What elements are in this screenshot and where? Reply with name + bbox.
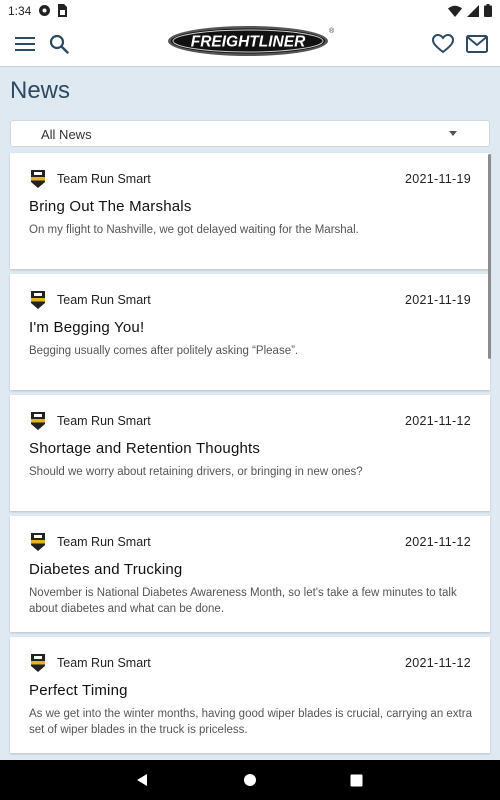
- page-title: News: [10, 77, 71, 104]
- battery-icon: [484, 4, 492, 17]
- caret-down-icon: [449, 131, 457, 136]
- news-date: 2021-11-19: [404, 293, 471, 307]
- favorites-button[interactable]: [430, 31, 456, 57]
- back-button[interactable]: [132, 770, 152, 790]
- home-button[interactable]: [240, 770, 260, 790]
- run-smart-logo-icon: [31, 533, 45, 551]
- heart-icon: [432, 34, 454, 54]
- news-date: 2021-11-19: [404, 172, 471, 186]
- system-nav-bar: [0, 760, 500, 800]
- back-icon: [137, 774, 147, 786]
- news-excerpt: Should we worry about retaining drivers,…: [29, 466, 363, 478]
- news-date: 2021-11-12: [404, 414, 471, 428]
- news-title: Shortage and Retention Thoughts: [29, 440, 261, 457]
- search-button[interactable]: [46, 31, 72, 57]
- run-smart-logo-icon: [31, 170, 45, 188]
- wifi-icon: [448, 5, 462, 17]
- status-time: 1:34: [8, 4, 32, 18]
- news-title: Perfect Timing: [29, 682, 128, 699]
- news-filter-dropdown[interactable]: All News: [10, 120, 490, 147]
- news-card[interactable]: Team Run Smart 2021-11-12 Diabetes and T…: [10, 516, 490, 632]
- news-author: Team Run Smart: [57, 535, 151, 549]
- svg-text:®: ®: [329, 27, 334, 35]
- settings-icon: [39, 5, 50, 16]
- news-author: Team Run Smart: [57, 656, 151, 670]
- title-area: News: [0, 67, 500, 117]
- run-smart-logo-icon: [31, 654, 45, 672]
- news-author: Team Run Smart: [57, 293, 151, 307]
- news-card[interactable]: Team Run Smart 2021-11-12 Shortage and R…: [10, 395, 490, 511]
- news-title: Bring Out The Marshals: [29, 198, 192, 215]
- news-card[interactable]: Team Run Smart 2021-11-19 I'm Begging Yo…: [10, 274, 490, 390]
- freightliner-logo: FREIGHTLINER ®: [166, 25, 335, 57]
- home-icon: [244, 774, 256, 786]
- app-bar: FREIGHTLINER ®: [0, 22, 500, 67]
- mail-icon: [466, 35, 488, 53]
- menu-icon: [15, 37, 35, 51]
- news-filter-value: All News: [41, 127, 92, 142]
- news-card[interactable]: Team Run Smart 2021-11-19 Bring Out The …: [10, 153, 490, 269]
- news-excerpt: As we get into the winter months, having…: [29, 708, 472, 736]
- signal-icon: [467, 4, 479, 17]
- news-author: Team Run Smart: [57, 414, 151, 428]
- news-title: I'm Begging You!: [29, 319, 145, 336]
- scrollbar-thumb[interactable]: [488, 154, 491, 359]
- news-title: Diabetes and Trucking: [29, 561, 183, 578]
- status-bar: 1:34: [0, 0, 500, 22]
- recents-button[interactable]: [346, 770, 366, 790]
- news-excerpt: On my flight to Nashville, we got delaye…: [29, 224, 359, 236]
- news-card[interactable]: Team Run Smart 2021-11-12 Perfect Timing…: [10, 637, 490, 753]
- search-icon: [49, 34, 69, 54]
- news-date: 2021-11-12: [404, 656, 471, 670]
- news-excerpt: Begging usually comes after politely ask…: [29, 345, 299, 357]
- menu-button[interactable]: [12, 31, 38, 57]
- news-date: 2021-11-12: [404, 535, 471, 549]
- run-smart-logo-icon: [31, 412, 45, 430]
- run-smart-logo-icon: [31, 291, 45, 309]
- sim-card-icon: [58, 4, 67, 17]
- news-excerpt: November is National Diabetes Awareness …: [29, 587, 457, 615]
- news-author: Team Run Smart: [57, 172, 151, 186]
- svg-text:FREIGHTLINER: FREIGHTLINER: [191, 34, 306, 51]
- recents-icon: [350, 774, 362, 786]
- messages-button[interactable]: [464, 31, 490, 57]
